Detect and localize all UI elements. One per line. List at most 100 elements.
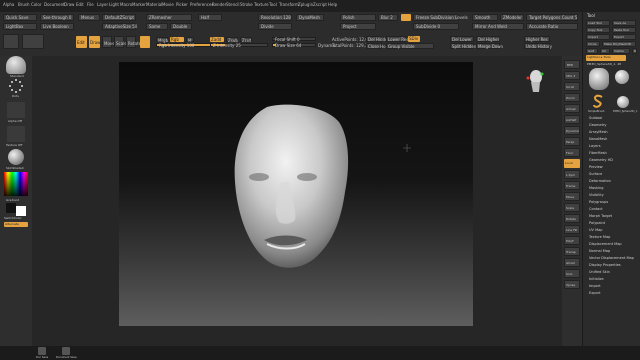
lightbox-panel-button[interactable] <box>22 34 44 49</box>
export-button[interactable]: Export <box>612 34 636 40</box>
alpha-thumbnail[interactable] <box>7 102 25 118</box>
divide-button[interactable]: Divide <box>258 23 292 30</box>
menu-item[interactable]: Material <box>146 2 162 7</box>
higher-res-button[interactable]: Higher Res <box>524 36 550 42</box>
tool-thumbnail-sphere[interactable] <box>615 70 629 84</box>
solo-button[interactable]: Solo <box>564 269 580 278</box>
menu-item[interactable]: Picker <box>176 2 188 7</box>
document-save-icon[interactable] <box>62 347 70 355</box>
brush-thumbnail[interactable] <box>6 56 26 74</box>
close-holes-button[interactable]: Close Holes <box>366 43 391 49</box>
load-tool-button[interactable]: Load Tool <box>586 20 610 26</box>
section-displacement-map[interactable]: Displacement Map <box>589 242 622 246</box>
section-deformation[interactable]: Deformation <box>589 179 611 183</box>
section-export[interactable]: Export <box>589 291 600 295</box>
import-button[interactable]: Import <box>586 34 610 40</box>
section-nanomesh[interactable]: NanoMesh <box>589 137 607 141</box>
scale-button[interactable]: Scale <box>114 36 127 48</box>
zadd-button[interactable]: Zadd <box>210 37 224 42</box>
section-vector-displacement-map[interactable]: Vector Displacement Map <box>589 256 634 260</box>
del-higher-button[interactable]: Del Higher <box>476 36 500 42</box>
split-hidden-button[interactable]: Split Hidden <box>450 43 476 49</box>
frame-button[interactable]: Frame <box>564 181 580 190</box>
section-polypaint[interactable]: Polypaint <box>589 221 605 225</box>
section-visibility[interactable]: Visibility <box>589 193 604 197</box>
material-thumbnail[interactable] <box>8 149 24 165</box>
edit-button[interactable]: Edit <box>76 36 87 48</box>
spix-button[interactable]: SPix 3 <box>564 71 580 80</box>
menu-item[interactable]: Stroke <box>240 2 253 7</box>
section-uv-map[interactable]: UV Map <box>589 228 602 232</box>
mrgb-button[interactable]: Mrgb <box>156 37 168 43</box>
section-contact[interactable]: Contact <box>589 207 603 211</box>
menu-item[interactable]: Marker <box>132 2 146 7</box>
ghost-button[interactable]: Ghost <box>564 258 580 267</box>
lightbox-button[interactable]: LightBox <box>3 23 37 30</box>
section-preview[interactable]: Preview <box>589 165 603 169</box>
lightbox-tools-button[interactable]: Lightbox ▸ Tools <box>586 55 626 61</box>
menu-item[interactable]: Layer <box>97 2 108 7</box>
section-fibermesh[interactable]: FiberMesh <box>589 151 607 155</box>
tool-thumbnail-polymesh[interactable] <box>617 96 629 108</box>
section-display-properties[interactable]: Display Properties <box>589 263 621 267</box>
dynamesh-button[interactable]: DynaMesh <box>296 14 324 21</box>
del-hidden-button[interactable]: Del Hidden <box>366 36 390 42</box>
actual-button[interactable]: Actual <box>564 104 580 113</box>
rgb-intensity-slider[interactable]: Rgb Intensity 100 <box>156 43 216 48</box>
section-masking[interactable]: Masking <box>589 186 603 190</box>
half-button[interactable]: Half <box>198 14 222 21</box>
bpr-button[interactable]: BPR <box>564 60 580 69</box>
transp-button[interactable]: Transp <box>564 247 580 256</box>
zmodeler-button[interactable]: ZModeler <box>500 14 524 21</box>
texture-thumbnail[interactable] <box>7 126 25 142</box>
menu-item[interactable]: Tool <box>269 2 277 7</box>
smooth-button[interactable]: Smooth <box>472 14 498 21</box>
copy-tool-button[interactable]: Copy Tool <box>586 27 610 33</box>
brush-preview-button[interactable] <box>140 36 150 48</box>
menu-item[interactable]: File <box>87 2 94 7</box>
section-geometry-hd[interactable]: Geometry HD <box>589 158 613 162</box>
zoom-button[interactable]: Zoom <box>564 93 580 102</box>
z-intensity-slider[interactable]: Z Intensity 25 <box>210 43 268 48</box>
main-color-swatch[interactable] <box>16 206 26 216</box>
resolution-slider[interactable]: Resolution 128 <box>258 14 292 21</box>
draw-button[interactable]: Draw <box>89 36 100 48</box>
m-button[interactable]: M <box>186 37 194 43</box>
section-normal-map[interactable]: Normal Map <box>589 249 610 253</box>
project-button[interactable]: Project <box>340 23 376 30</box>
switch-color-label[interactable]: SwitchColor <box>4 216 22 221</box>
sdiv-button[interactable]: SDiv <box>408 36 420 42</box>
section-initialize[interactable]: Initialize <box>589 277 604 281</box>
section-layers[interactable]: Layers <box>589 144 601 148</box>
move-button[interactable]: Move <box>102 36 115 48</box>
undo-history-button[interactable]: Undo History <box>524 43 552 49</box>
target-polygons-slider[interactable]: ZRemesher <box>146 14 192 21</box>
blur-slider[interactable]: Blur 2 <box>378 14 398 21</box>
same-button[interactable]: Same <box>146 23 168 30</box>
section-morph-target[interactable]: Morph Target <box>589 214 612 218</box>
scroll-button[interactable]: Scroll <box>564 82 580 91</box>
paste-tool-button[interactable]: Paste Tool <box>612 27 636 33</box>
menu-item[interactable]: Document <box>44 2 65 7</box>
lower-res-button[interactable]: Lower Res <box>386 36 408 42</box>
navigation-gizmo[interactable] <box>524 68 546 96</box>
menu-item[interactable]: Preferences <box>190 2 214 7</box>
double-button[interactable]: Double <box>170 23 192 30</box>
secondary-color-swatch[interactable] <box>6 203 16 213</box>
move-view-button[interactable]: Move <box>564 192 580 201</box>
floor-button[interactable]: Floor <box>564 148 580 157</box>
make-polymesh-button[interactable]: Make PolyMesh3D <box>602 41 636 47</box>
menu-item[interactable]: Stencil <box>226 2 240 7</box>
menu-item[interactable]: Help <box>328 2 337 7</box>
menu-item[interactable]: Alpha <box>3 2 14 7</box>
tool-thumbnail-head[interactable] <box>589 68 609 90</box>
section-surface[interactable]: Surface <box>589 172 602 176</box>
focal-shift-slider[interactable]: Focal Shift 0 <box>272 37 316 42</box>
stroke-thumbnail[interactable] <box>8 78 24 94</box>
doc-save-icon[interactable] <box>38 347 46 355</box>
freeze-subdivision-button[interactable]: Freeze SubDivision Levels <box>413 14 468 21</box>
rgb-button[interactable]: Rgb <box>170 37 184 42</box>
sdiv-orange-button[interactable] <box>401 14 411 21</box>
persp-button[interactable]: Persp <box>564 137 580 146</box>
menu-item[interactable]: Macro <box>120 2 132 7</box>
